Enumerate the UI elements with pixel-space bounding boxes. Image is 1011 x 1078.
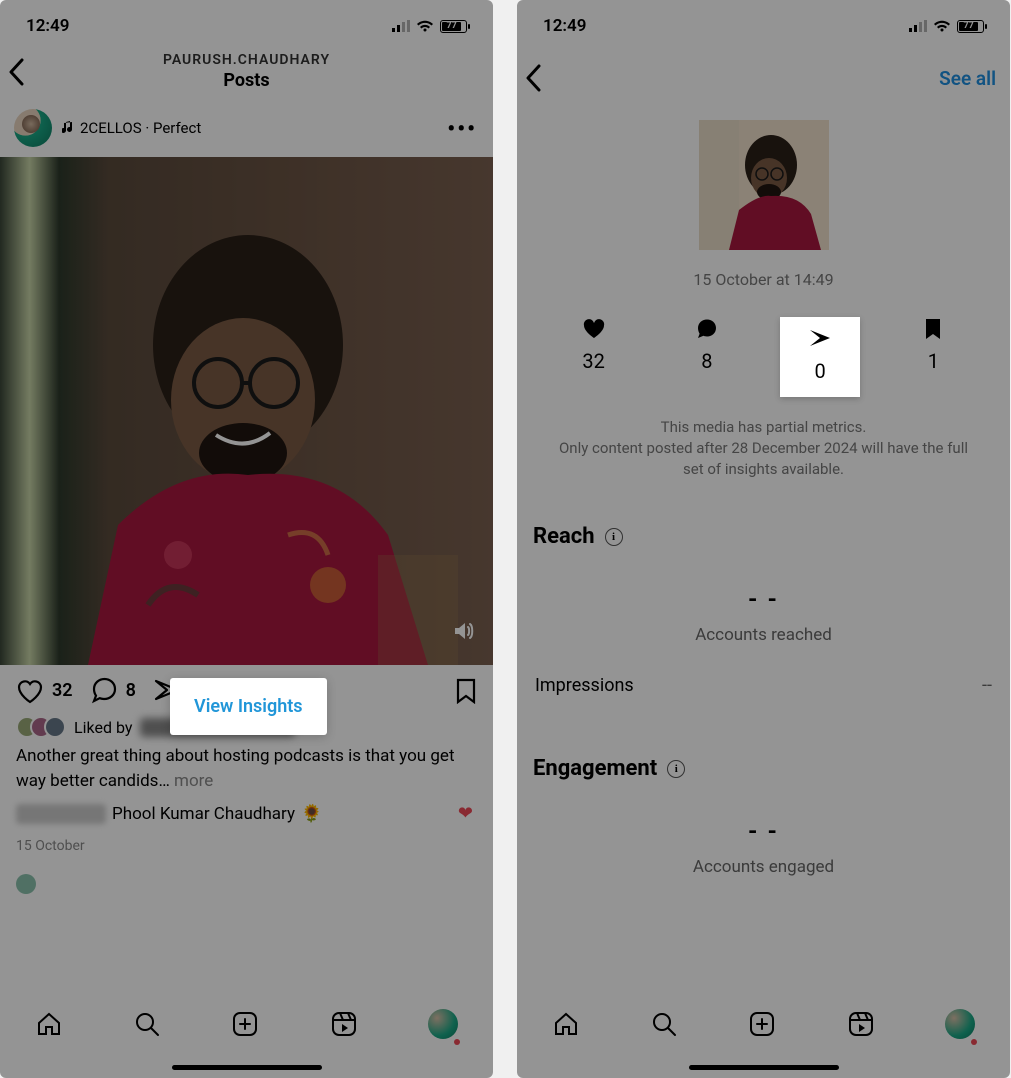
like-icon[interactable]	[16, 678, 44, 704]
engagement-section-header: Engagement i	[517, 702, 1010, 789]
likes-count[interactable]: 32	[52, 680, 73, 701]
wifi-icon	[416, 20, 434, 33]
nav-reels-icon[interactable]	[330, 1010, 358, 1038]
view-insights-callout[interactable]: View Insights	[170, 678, 327, 735]
comment-icon[interactable]	[91, 677, 118, 704]
metric-saves-value: 1	[893, 349, 973, 373]
bookmark-icon	[893, 317, 973, 341]
header-username[interactable]: PAURUSH.CHAUDHARY	[0, 52, 493, 68]
partial-line-1: This media has partial metrics.	[547, 417, 980, 438]
back-icon[interactable]	[525, 64, 541, 92]
sound-on-icon[interactable]	[451, 619, 475, 643]
info-icon[interactable]: i	[667, 760, 685, 778]
liked-heart-icon: ❤	[458, 803, 473, 824]
caption-text: Another great thing about hosting podcas…	[16, 746, 455, 791]
status-bar: 12:49 77	[517, 0, 1010, 44]
tagged-name: Phool Kumar Chaudhary	[112, 804, 295, 824]
more-options-icon[interactable]: •••	[447, 117, 477, 142]
nav-reels-icon[interactable]	[847, 1010, 875, 1038]
accounts-engaged-label: Accounts engaged	[517, 857, 1010, 877]
metrics-row: 32 8 0 1	[517, 317, 1010, 397]
insights-header: See all	[517, 44, 1010, 102]
nav-search-icon[interactable]	[650, 1010, 678, 1038]
heart-icon	[554, 317, 634, 341]
impressions-value: --	[982, 675, 992, 696]
reach-section-header: Reach i	[517, 490, 1010, 557]
comment-icon	[667, 317, 747, 341]
nav-home-icon[interactable]	[552, 1010, 580, 1038]
comments-count[interactable]: 8	[126, 680, 136, 701]
status-time: 12:49	[26, 16, 69, 36]
metric-saves[interactable]: 1	[893, 317, 973, 397]
header-title: Posts	[0, 70, 493, 91]
see-all-link[interactable]: See all	[939, 67, 996, 90]
info-icon[interactable]: i	[605, 528, 623, 546]
phone-left-post: 12:49 77 PAURUSH.CHAUDHARY Posts	[0, 0, 493, 1078]
accounts-reached-label: Accounts reached	[517, 625, 1010, 645]
caption-more[interactable]: more	[174, 771, 213, 791]
tagged-row[interactable]: Phool Kumar Chaudhary 🌻 ❤	[0, 799, 493, 828]
metric-likes-value: 32	[554, 349, 634, 373]
reach-title: Reach	[533, 524, 595, 549]
share-icon	[784, 327, 856, 351]
post-timestamp: 15 October at 14:49	[517, 270, 1010, 289]
status-icons: 77	[392, 20, 467, 33]
nav-profile-avatar[interactable]	[945, 1009, 975, 1039]
status-icons: 77	[909, 20, 984, 33]
music-attribution[interactable]: 2CELLOS · Perfect	[62, 119, 201, 137]
cellular-icon	[392, 20, 410, 32]
status-time: 12:49	[543, 16, 586, 36]
reach-value-block: - - Accounts reached	[517, 585, 1010, 645]
home-indicator	[172, 1065, 322, 1070]
post-date: 15 October	[0, 834, 493, 858]
liked-by-label: Liked by	[74, 718, 132, 737]
partial-metrics-note: This media has partial metrics. Only con…	[517, 397, 1010, 490]
comment-avatar-peek	[16, 874, 36, 894]
metric-likes[interactable]: 32	[554, 317, 634, 397]
impressions-row[interactable]: Impressions --	[517, 645, 1010, 702]
sunflower-emoji: 🌻	[301, 804, 322, 824]
engagement-title: Engagement	[533, 756, 657, 781]
wifi-icon	[933, 20, 951, 33]
save-icon[interactable]	[455, 678, 477, 704]
cellular-icon	[909, 20, 927, 32]
view-insights-link[interactable]: View Insights	[194, 696, 303, 717]
nav-search-icon[interactable]	[133, 1010, 161, 1038]
impressions-label: Impressions	[535, 675, 634, 696]
status-bar: 12:49 77	[0, 0, 493, 44]
post-thumbnail[interactable]	[699, 120, 829, 250]
home-indicator	[689, 1065, 839, 1070]
reach-dashes: - -	[517, 585, 1010, 613]
tag-redacted	[16, 804, 106, 824]
nav-profile-avatar[interactable]	[428, 1009, 458, 1039]
post-image[interactable]	[0, 157, 493, 665]
battery-icon: 77	[440, 20, 467, 33]
post-header: PAURUSH.CHAUDHARY Posts	[0, 44, 493, 99]
music-text: 2CELLOS · Perfect	[80, 119, 201, 137]
author-avatar[interactable]	[14, 109, 52, 147]
post-meta-row: 2CELLOS · Perfect •••	[0, 99, 493, 157]
nav-create-icon[interactable]	[231, 1010, 259, 1038]
metric-comments-value: 8	[667, 349, 747, 373]
battery-icon: 77	[957, 20, 984, 33]
engagement-dashes: - -	[517, 817, 1010, 845]
metric-comments[interactable]: 8	[667, 317, 747, 397]
metric-shares-highlighted[interactable]: 0	[780, 317, 860, 397]
music-note-icon	[62, 121, 74, 135]
engagement-value-block: - - Accounts engaged	[517, 817, 1010, 877]
phone-right-insights: 12:49 77 See all	[517, 0, 1010, 1078]
nav-home-icon[interactable]	[35, 1010, 63, 1038]
post-caption[interactable]: Another great thing about hosting podcas…	[0, 738, 493, 799]
liker-avatars	[16, 716, 66, 738]
post-photo-illustration	[28, 205, 458, 665]
back-icon[interactable]	[8, 58, 24, 86]
nav-create-icon[interactable]	[748, 1010, 776, 1038]
partial-line-2: Only content posted after 28 December 20…	[547, 438, 980, 480]
metric-shares-value: 0	[784, 359, 856, 383]
